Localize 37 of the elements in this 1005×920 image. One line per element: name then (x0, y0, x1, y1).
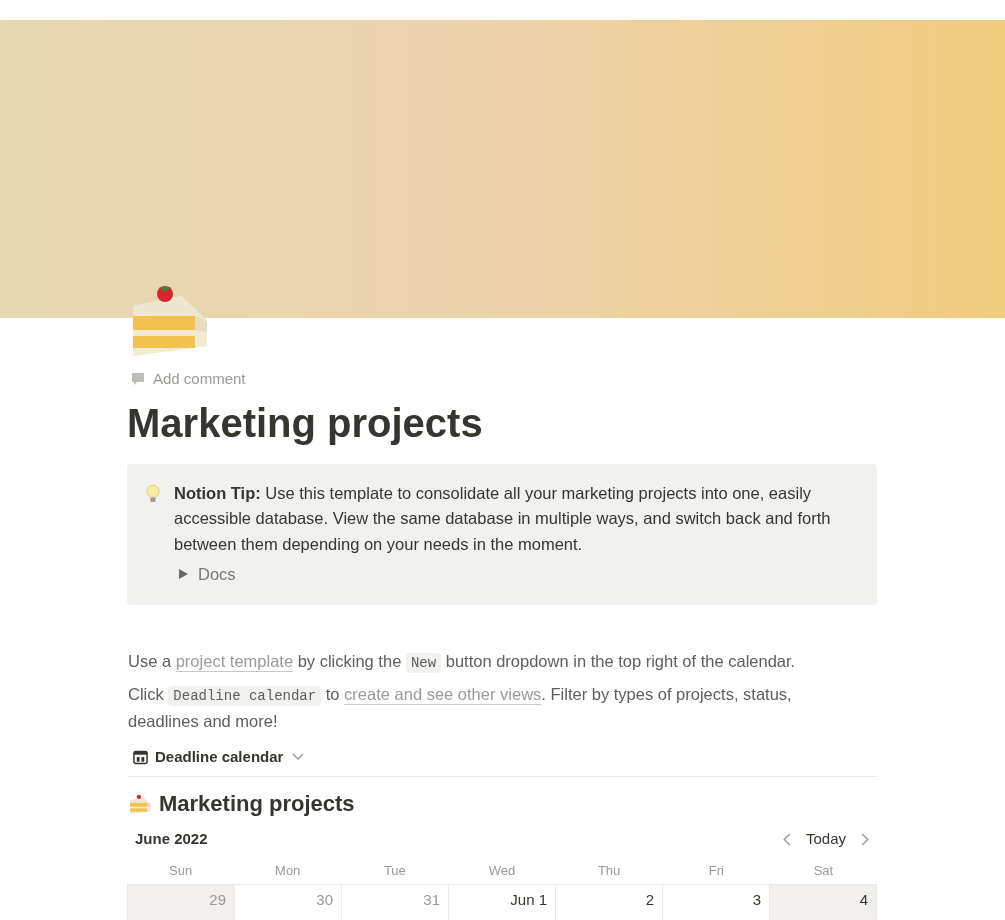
chevron-right-icon[interactable] (861, 833, 869, 846)
weekday-label: Sun (169, 861, 193, 880)
tip-text: Notion Tip: Use this template to consolidate all your marketing projects into one, easily accessible database. View the same database in multiple ways, and switch back and forth between them depending on your needs in the moment. (174, 482, 832, 555)
month-label: June 2022 (135, 829, 208, 850)
day-number: 30 (316, 891, 333, 910)
paragraph: Use a project template by clicking the New button dropdown in the top right of the calendar. (128, 650, 797, 675)
day-cell[interactable]: 4 (770, 885, 877, 920)
link[interactable]: project template (175, 651, 294, 670)
view-dropdown[interactable]: Deadline calendar (127, 743, 311, 771)
inline-code: Deadline calendar (168, 685, 322, 706)
cake-icon (129, 793, 151, 814)
day-number: 4 (859, 891, 868, 910)
today-button[interactable]: Today (800, 828, 851, 851)
day-number: Jun 1 (510, 891, 547, 910)
calendar-icon (133, 749, 148, 765)
link[interactable]: create and see other views (344, 684, 542, 703)
day-number: 29 (209, 891, 226, 910)
chevron-down-icon (292, 753, 305, 761)
weekday-label: Thu (597, 861, 621, 880)
weekday-label: Wed (488, 861, 516, 880)
add-comment-link[interactable]: Add comment (153, 368, 246, 391)
day-number: 31 (423, 891, 440, 910)
weekday-label: Sat (813, 861, 834, 880)
docs-toggle[interactable]: Docs (178, 562, 833, 587)
comment-icon (130, 371, 146, 388)
database-title: Marketing projects (159, 790, 355, 819)
chevron-left-icon[interactable] (782, 833, 791, 846)
weekday-label: Mon (275, 861, 301, 880)
inline-code: New (405, 652, 442, 673)
day-number: 2 (645, 891, 654, 910)
weekday-label: Tue (383, 861, 406, 880)
weekday-label: Fri (708, 861, 724, 880)
day-cell[interactable]: 29 (128, 885, 235, 920)
lightbulb-icon (146, 482, 160, 505)
page-title: Marketing projects (127, 399, 484, 447)
paragraph: Click Deadline calendar to create and see other views. Filter by types of projects, status, deadlines and more! (128, 683, 793, 732)
day-number: 3 (752, 891, 761, 910)
